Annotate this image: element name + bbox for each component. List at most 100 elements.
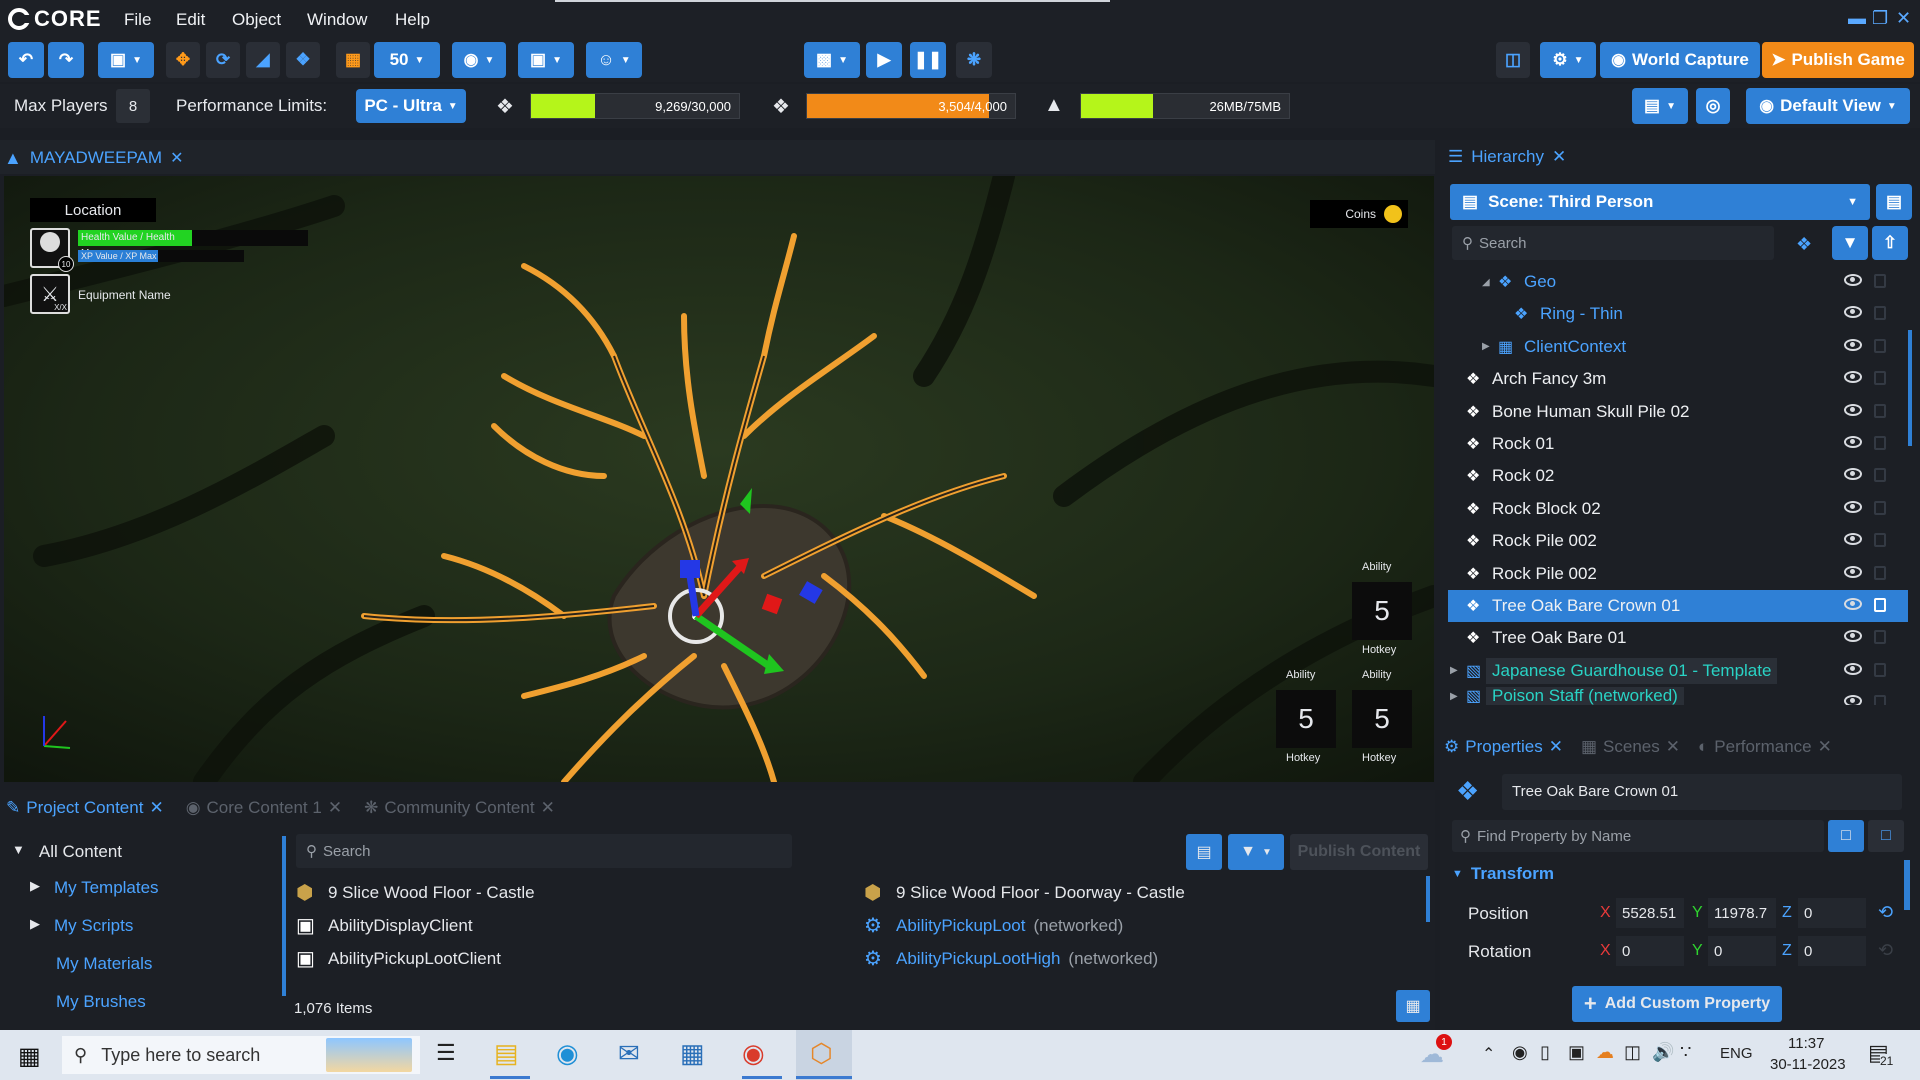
- visibility-eye-icon[interactable]: [1844, 306, 1862, 319]
- lock-icon[interactable]: [1874, 468, 1886, 483]
- menu-help[interactable]: Help: [395, 10, 430, 30]
- chevron-up-icon[interactable]: ⌃: [1482, 1044, 1495, 1064]
- grid-size-dropdown[interactable]: 50 ▼: [374, 42, 440, 78]
- rotation-z-field[interactable]: 0: [1798, 936, 1866, 966]
- lock-icon[interactable]: [1874, 598, 1886, 612]
- tree-my-scripts[interactable]: ▶ My Scripts: [30, 916, 133, 936]
- tray-app-icon[interactable]: ◉: [1512, 1042, 1528, 1063]
- task-view-icon[interactable]: ☰: [436, 1040, 456, 1066]
- menu-file[interactable]: File: [124, 10, 151, 30]
- visibility-eye-icon[interactable]: [1844, 533, 1862, 546]
- visibility-eye-icon[interactable]: [1844, 565, 1862, 578]
- content-item[interactable]: ▣ AbilityPickupLootClient: [296, 942, 816, 975]
- find-property-input[interactable]: ⚲ Find Property by Name: [1452, 820, 1824, 852]
- world-capture-button[interactable]: ◉ World Capture: [1600, 42, 1760, 78]
- content-item[interactable]: ⚙ AbilityPickupLootHigh (networked): [864, 942, 1384, 975]
- lock-icon[interactable]: [1874, 630, 1886, 645]
- content-search-input[interactable]: ⚲ Search: [296, 834, 792, 868]
- hierarchy-item[interactable]: ❖ Rock 02: [1448, 460, 1908, 492]
- device-icon[interactable]: ▣: [1568, 1042, 1585, 1063]
- scene-viewport[interactable]: Location 10 Health Value / Health Max XP…: [4, 176, 1434, 782]
- menu-window[interactable]: Window: [307, 10, 367, 30]
- scene-dropdown[interactable]: ▤ Scene: Third Person ▼: [1450, 184, 1870, 220]
- lock-icon[interactable]: [1874, 565, 1886, 580]
- visibility-eye-icon[interactable]: [1844, 598, 1862, 610]
- visibility-eye-icon[interactable]: [1844, 468, 1862, 481]
- network-display-icon[interactable]: ◫: [1624, 1042, 1641, 1063]
- hierarchy-item[interactable]: ❖ Tree Oak Bare Crown 01: [1448, 590, 1908, 622]
- hierarchy-item[interactable]: ▶ ▧ Japanese Guardhouse 01 - Template: [1448, 655, 1908, 687]
- publish-game-button[interactable]: ➤ Publish Game: [1762, 42, 1914, 78]
- content-filter-dropdown[interactable]: ▼ ▼: [1228, 834, 1284, 870]
- screenshot-button[interactable]: ◫: [1496, 42, 1530, 78]
- close-tab-icon[interactable]: ✕: [1552, 147, 1566, 167]
- lock-icon[interactable]: [1874, 274, 1886, 288]
- lock-icon[interactable]: [1874, 533, 1886, 548]
- camera-focus-button[interactable]: ◎: [1696, 88, 1730, 124]
- collapsed-arrow-icon[interactable]: ▶: [1450, 691, 1458, 702]
- lock-icon[interactable]: [1874, 436, 1886, 450]
- reset-rotation-icon[interactable]: ⟲: [1878, 940, 1893, 961]
- world-space-dropdown[interactable]: ◉ ▼: [452, 42, 506, 78]
- camera-mode-dropdown[interactable]: ▣ ▼: [518, 42, 574, 78]
- tree-all-content[interactable]: ▼ All Content: [12, 842, 122, 862]
- volume-icon[interactable]: 🔊: [1652, 1042, 1674, 1063]
- debug-button[interactable]: ❋: [956, 42, 992, 78]
- hierarchy-item[interactable]: ❖ Rock Block 02: [1448, 493, 1908, 525]
- hierarchy-item[interactable]: ❖ Tree Oak Bare 01: [1448, 622, 1908, 654]
- hierarchy-item[interactable]: ▶ ▧ Poison Staff (networked): [1448, 687, 1908, 706]
- hierarchy-tab[interactable]: ☰ Hierarchy ✕: [1448, 144, 1566, 170]
- content-item[interactable]: ⚙ AbilityPickupLoot (networked): [864, 909, 1384, 942]
- title-drag-strip[interactable]: [555, 0, 1110, 2]
- hierarchy-item[interactable]: ❖ Bone Human Skull Pile 02: [1448, 396, 1908, 428]
- grid-view-button[interactable]: ▦: [1396, 990, 1430, 1022]
- transform-section-header[interactable]: ▼ Transform: [1452, 864, 1554, 884]
- redo-button[interactable]: ↷: [48, 42, 84, 78]
- collapsed-arrow-icon[interactable]: ▶: [1450, 665, 1458, 676]
- close-tab-icon[interactable]: ✕: [541, 798, 555, 818]
- content-scrollbar[interactable]: [1426, 876, 1430, 922]
- visibility-eye-icon[interactable]: [1844, 695, 1862, 706]
- visibility-eye-icon[interactable]: [1844, 338, 1862, 351]
- performance-tab[interactable]: ◐ Performance ✕: [1698, 737, 1832, 757]
- hierarchy-item[interactable]: ▶ ▦ ClientContext: [1448, 331, 1908, 363]
- menu-object[interactable]: Object: [232, 10, 281, 30]
- tree-my-templates[interactable]: ▶ My Templates: [30, 878, 159, 898]
- language-indicator[interactable]: ENG: [1720, 1045, 1753, 1062]
- lock-icon[interactable]: [1874, 662, 1886, 677]
- rotation-y-field[interactable]: 0: [1708, 936, 1776, 966]
- windows-start-icon[interactable]: ▦: [18, 1042, 41, 1071]
- minimize-icon[interactable]: ▬: [1848, 8, 1866, 29]
- chrome-icon[interactable]: ◉: [742, 1038, 765, 1069]
- mail-icon[interactable]: ✉: [618, 1038, 640, 1069]
- community-content-tab[interactable]: ❋ Community Content ✕: [364, 798, 555, 818]
- select-mode-button[interactable]: ▣ ▼: [98, 42, 154, 78]
- hierarchy-search-input[interactable]: ⚲ Search: [1452, 226, 1774, 260]
- viewport-tab[interactable]: ▲ MAYADWEEPAM ✕: [4, 144, 183, 172]
- open-folder-button[interactable]: ▤: [1186, 834, 1222, 870]
- close-tab-icon[interactable]: ✕: [149, 798, 163, 818]
- move-tool-button[interactable]: ✥: [166, 42, 200, 78]
- collapse-button[interactable]: ⇧: [1872, 226, 1908, 260]
- grid-toggle-button[interactable]: ▦: [336, 42, 370, 78]
- hierarchy-item[interactable]: ❖ Rock Pile 002: [1448, 525, 1908, 557]
- object-tool-button[interactable]: ❖: [286, 42, 320, 78]
- publish-content-button[interactable]: Publish Content: [1290, 834, 1428, 870]
- multiplayer-dropdown[interactable]: ⚙ ▼: [1540, 42, 1596, 78]
- max-players-input[interactable]: 8: [116, 89, 150, 123]
- scene-settings-button[interactable]: ▤: [1876, 184, 1912, 220]
- battery-icon[interactable]: ▯: [1540, 1042, 1550, 1063]
- tree-scrollbar[interactable]: [282, 836, 286, 996]
- close-icon[interactable]: ✕: [1896, 8, 1911, 29]
- filter-button[interactable]: ▼: [1832, 226, 1868, 260]
- lock-icon[interactable]: [1874, 695, 1886, 706]
- copy-properties-button[interactable]: □: [1828, 820, 1864, 852]
- rotate-tool-button[interactable]: ⟳: [206, 42, 240, 78]
- tree-my-materials[interactable]: My Materials: [56, 954, 152, 974]
- undo-button[interactable]: ↶: [8, 42, 44, 78]
- content-item[interactable]: ▣ AbilityDisplayClient: [296, 909, 816, 942]
- content-item[interactable]: ⬢ 9 Slice Wood Floor - Castle: [296, 876, 816, 909]
- visibility-eye-icon[interactable]: [1844, 630, 1862, 643]
- store-icon[interactable]: ▦: [680, 1038, 705, 1069]
- preview-mode-dropdown[interactable]: ▩ ▼: [804, 42, 860, 78]
